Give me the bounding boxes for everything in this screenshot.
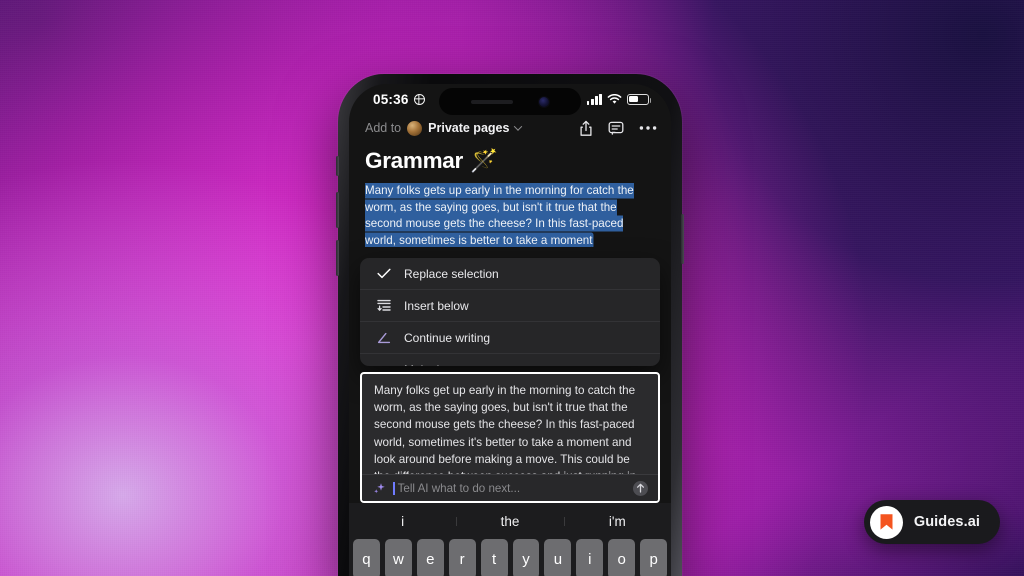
add-to-workspace-button[interactable]: Add to Private pages	[365, 120, 523, 136]
insert-below-icon	[376, 299, 391, 312]
phone-device-frame: 05:36 Add to Private pages Grammar 🪄 Man…	[336, 74, 684, 576]
guides-ai-label: Guides.ai	[913, 514, 980, 530]
document-body: Grammar 🪄 Many folks gets up early in th…	[349, 142, 671, 247]
predictive-text-bar: i the i'm	[349, 503, 671, 539]
workspace-name: Private pages	[428, 121, 510, 135]
dynamic-island-notch	[439, 88, 581, 115]
ai-submit-button[interactable]	[633, 480, 648, 496]
earpiece-speaker	[471, 99, 513, 104]
page-title-text: Grammar	[365, 148, 463, 173]
ai-prompt-bar[interactable]: Tell AI what to do next...	[362, 474, 658, 501]
selection-highlight: Many folks gets up early in the morning …	[365, 184, 634, 247]
key-w[interactable]: w	[384, 539, 412, 576]
status-bar-right	[586, 93, 652, 105]
mute-switch[interactable]	[336, 156, 339, 176]
key-u[interactable]: u	[544, 539, 572, 576]
chevron-down-icon	[514, 122, 523, 131]
key-p[interactable]: p	[640, 539, 668, 576]
checkmark-icon	[376, 268, 391, 279]
ai-sparkle-icon	[374, 482, 385, 493]
menu-item-make-longer[interactable]: Make longer	[360, 354, 660, 366]
battery-icon	[627, 93, 652, 105]
key-r[interactable]: r	[448, 539, 476, 576]
status-time: 05:36	[373, 91, 409, 107]
key-t[interactable]: t	[480, 539, 508, 576]
menu-item-replace-selection[interactable]: Replace selection	[360, 258, 660, 290]
prediction-2[interactable]: i'm	[563, 514, 671, 529]
prediction-0[interactable]: i	[349, 514, 456, 529]
power-button[interactable]	[681, 214, 684, 264]
make-longer-icon	[376, 365, 391, 366]
key-o[interactable]: o	[608, 539, 636, 576]
cellular-signal-icon	[586, 93, 602, 105]
share-icon[interactable]	[579, 120, 593, 137]
text-cursor	[393, 481, 395, 495]
ai-result-text: Many folks get up early in the morning t…	[374, 384, 636, 474]
menu-item-continue-writing[interactable]: Continue writing	[360, 322, 660, 354]
prediction-1[interactable]: the	[456, 514, 563, 529]
ai-result-card: Many folks get up early in the morning t…	[360, 372, 660, 503]
menu-item-label: Continue writing	[404, 330, 491, 345]
add-to-label: Add to	[365, 121, 402, 135]
ai-prompt-input[interactable]: Tell AI what to do next...	[398, 482, 626, 495]
toolbar-actions	[579, 120, 657, 137]
workspace-avatar	[407, 120, 423, 136]
continue-writing-icon	[376, 332, 391, 344]
magic-wand-emoji: 🪄	[469, 148, 498, 173]
status-bar-left: 05:36	[373, 92, 425, 107]
arrow-up-icon	[636, 483, 645, 493]
guides-ai-watermark[interactable]: Guides.ai	[863, 500, 1000, 544]
menu-item-label: Make longer	[404, 363, 470, 366]
volume-down-button[interactable]	[336, 240, 339, 276]
keyboard-top-row: q w e r t y u i o p	[349, 539, 671, 576]
virtual-keyboard: i the i'm q w e r t y u i o p	[349, 503, 671, 576]
comment-icon[interactable]	[608, 121, 624, 136]
key-e[interactable]: e	[416, 539, 444, 576]
volume-up-button[interactable]	[336, 192, 339, 228]
selected-paragraph[interactable]: Many folks gets up early in the morning …	[365, 183, 655, 247]
document-toolbar: Add to Private pages	[349, 114, 671, 142]
page-title: Grammar 🪄	[365, 148, 655, 174]
key-i[interactable]: i	[576, 539, 604, 576]
location-services-icon	[413, 93, 425, 105]
bookmark-icon	[869, 505, 903, 539]
phone-screen: 05:36 Add to Private pages Grammar 🪄 Man…	[349, 84, 671, 576]
menu-item-label: Insert below	[404, 298, 469, 313]
menu-item-insert-below[interactable]: Insert below	[360, 290, 660, 322]
wifi-icon	[607, 93, 622, 104]
menu-item-label: Replace selection	[404, 266, 499, 281]
key-y[interactable]: y	[512, 539, 540, 576]
ai-action-menu: Replace selection Insert below Continue …	[360, 258, 660, 366]
more-options-icon[interactable]	[639, 125, 657, 131]
key-q[interactable]: q	[353, 539, 380, 576]
front-camera-icon	[539, 96, 549, 107]
